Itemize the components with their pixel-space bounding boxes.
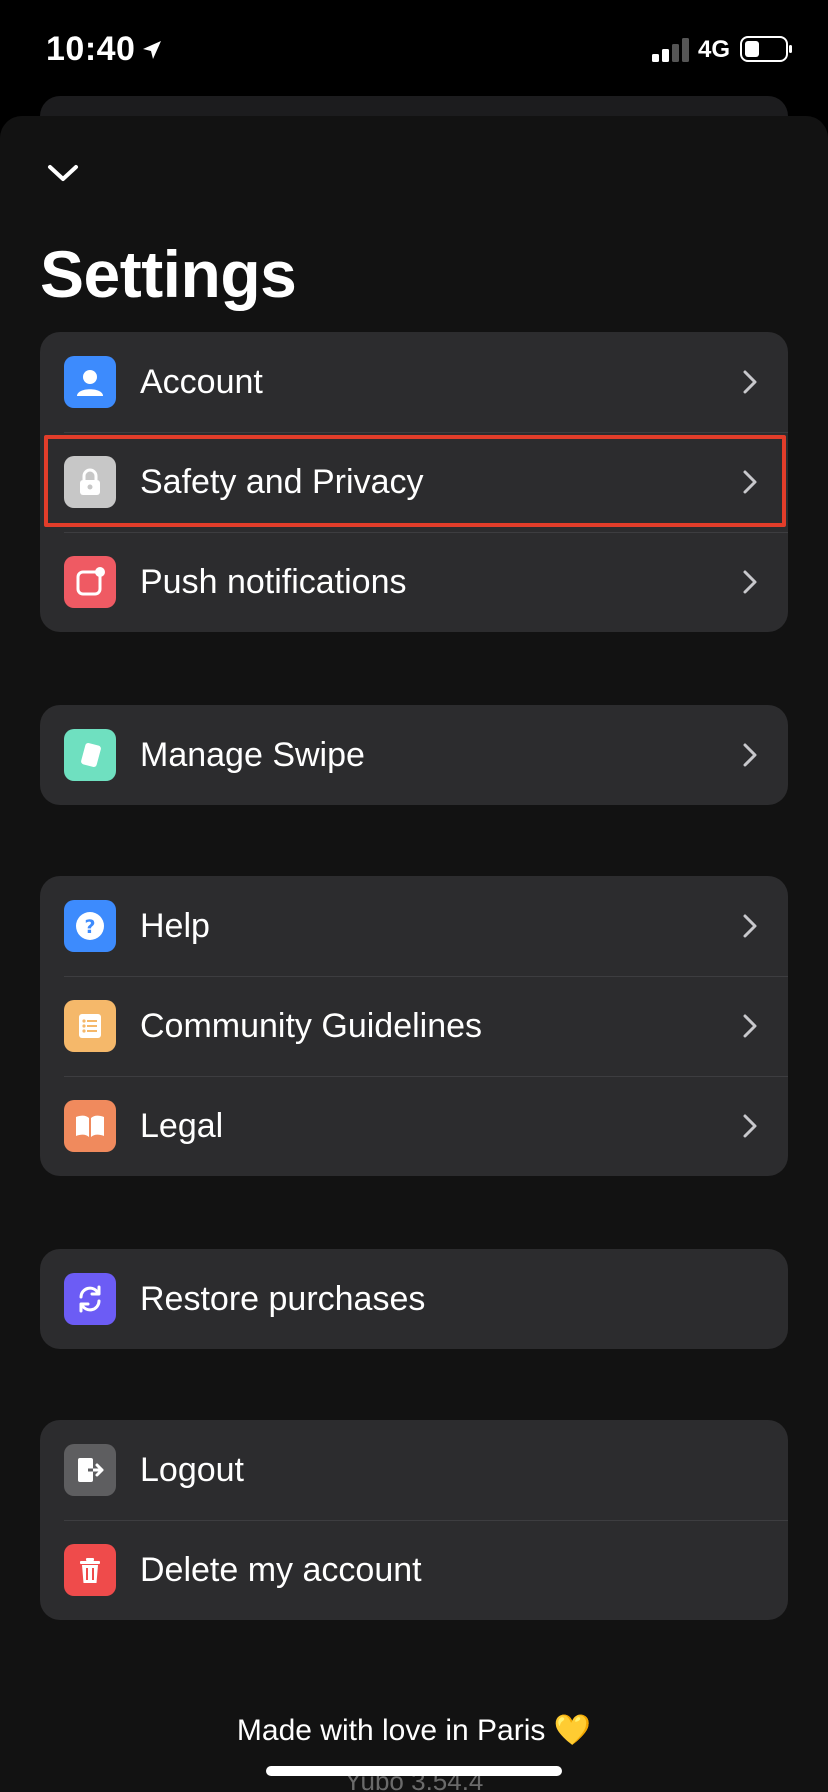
chevron-right-icon [743, 1014, 757, 1038]
settings-item-help[interactable]: ? Help [40, 876, 788, 976]
settings-item-legal[interactable]: Legal [40, 1076, 788, 1176]
page-title: Settings [40, 237, 297, 311]
chevron-right-icon [743, 370, 757, 394]
settings-item-community-guidelines[interactable]: Community Guidelines [40, 976, 788, 1076]
svg-text:?: ? [84, 916, 95, 938]
settings-item-label: Help [140, 906, 210, 945]
settings-group-main: Account Safety and Privacy Push notifica… [40, 332, 788, 632]
settings-item-manage-swipe[interactable]: Manage Swipe [40, 705, 788, 805]
book-icon [64, 1100, 116, 1152]
settings-item-label: Legal [140, 1106, 224, 1145]
list-icon [64, 1000, 116, 1052]
notification-icon [64, 556, 116, 608]
chevron-right-icon [743, 914, 757, 938]
settings-item-label: Community Guidelines [140, 1006, 483, 1045]
settings-group-purchases: Restore purchases [40, 1249, 788, 1349]
settings-item-delete-account[interactable]: Delete my account [40, 1520, 788, 1620]
settings-item-label: Account [140, 362, 263, 401]
settings-group-support: ? Help Community Guidelines Legal [40, 876, 788, 1176]
battery-icon [740, 36, 792, 62]
settings-item-push-notifications[interactable]: Push notifications [40, 532, 788, 632]
made-with-love-text: Made with love in Paris 💛 [236, 1714, 592, 1747]
settings-item-safety-privacy[interactable]: Safety and Privacy [40, 432, 788, 532]
status-time: 10:40 [46, 30, 136, 68]
settings-group-swipe: Manage Swipe [40, 705, 788, 805]
chevron-right-icon [743, 570, 757, 594]
collapse-button[interactable] [40, 150, 86, 196]
settings-item-label: Restore purchases [140, 1279, 426, 1318]
settings-item-label: Safety and Privacy [140, 462, 424, 501]
chevron-right-icon [743, 1114, 757, 1138]
settings-item-label: Push notifications [140, 562, 407, 601]
settings-item-account[interactable]: Account [40, 332, 788, 432]
settings-item-restore-purchases[interactable]: Restore purchases [40, 1249, 788, 1349]
settings-screen: 10:40 4G Settings Account Safety and Pri… [0, 0, 828, 1792]
chevron-right-icon [743, 743, 757, 767]
status-bar: 10:40 4G [0, 0, 828, 100]
settings-item-label: Logout [140, 1450, 244, 1489]
swipe-card-icon [64, 729, 116, 781]
logout-icon [64, 1444, 116, 1496]
trash-icon [64, 1544, 116, 1596]
settings-item-logout[interactable]: Logout [40, 1420, 788, 1520]
home-indicator[interactable] [266, 1766, 562, 1776]
person-icon [64, 356, 116, 408]
chevron-right-icon [743, 470, 757, 494]
cellular-signal-icon [652, 38, 689, 62]
settings-item-label: Delete my account [140, 1550, 422, 1589]
settings-item-label: Manage Swipe [140, 735, 365, 774]
lock-icon [64, 456, 116, 508]
network-type: 4G [698, 36, 731, 63]
help-icon: ? [64, 900, 116, 952]
location-arrow-icon [143, 41, 161, 59]
refresh-icon [64, 1273, 116, 1325]
chevron-down-icon [48, 165, 78, 181]
settings-group-account-actions: Logout Delete my account [40, 1420, 788, 1620]
